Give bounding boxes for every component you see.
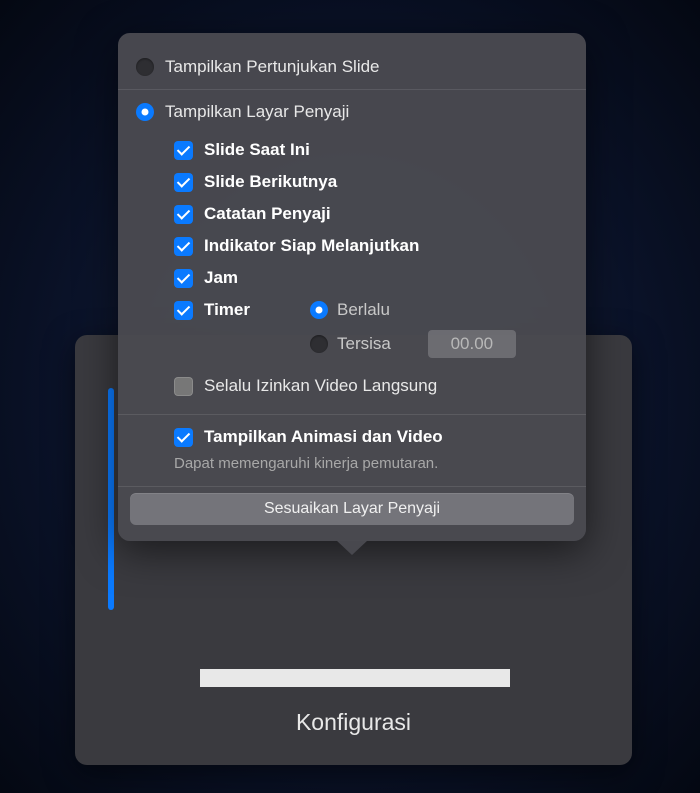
current-slide-checkbox-row[interactable]: Slide Saat Ini	[118, 134, 586, 166]
popover-tail-icon	[336, 540, 368, 555]
allow-live-video-label: Selalu Izinkan Video Langsung	[204, 376, 437, 396]
next-slide-checkbox-row[interactable]: Slide Berikutnya	[118, 166, 586, 198]
elapsed-label: Berlalu	[337, 300, 390, 320]
ready-indicator-checkbox-row[interactable]: Indikator Siap Melanjutkan	[118, 230, 586, 262]
checkbox-unchecked-icon[interactable]	[174, 377, 193, 396]
checkbox-checked-icon[interactable]	[174, 428, 193, 447]
show-presenter-display-label: Tampilkan Layar Penyaji	[165, 102, 349, 122]
show-animations-label: Tampilkan Animasi dan Video	[204, 427, 443, 447]
show-slideshow-radio-row[interactable]: Tampilkan Pertunjukan Slide	[118, 51, 586, 83]
presenter-display-popover: Tampilkan Pertunjukan Slide Tampilkan La…	[118, 33, 586, 541]
customize-presenter-display-button[interactable]: Sesuaikan Layar Penyaji	[130, 493, 574, 525]
checkbox-checked-icon[interactable]	[174, 237, 193, 256]
radio-off-icon[interactable]	[136, 58, 154, 76]
elapsed-radio-row[interactable]: Berlalu	[310, 300, 516, 320]
timer-section: Timer Berlalu Tersisa 00.00	[118, 294, 586, 364]
selection-indicator	[108, 388, 114, 610]
remaining-radio-row[interactable]: Tersisa 00.00	[310, 330, 516, 358]
clock-label: Jam	[204, 268, 238, 288]
current-slide-label: Slide Saat Ini	[204, 140, 310, 160]
remaining-label: Tersisa	[337, 334, 391, 354]
animations-hint: Dapat memengaruhi kinerja pemutaran.	[118, 453, 586, 480]
checkbox-checked-icon[interactable]	[174, 269, 193, 288]
radio-on-icon[interactable]	[136, 103, 154, 121]
thumbnail-placeholder	[200, 669, 510, 687]
presenter-notes-checkbox-row[interactable]: Catatan Penyaji	[118, 198, 586, 230]
customize-button-label: Sesuaikan Layar Penyaji	[264, 500, 440, 518]
clock-checkbox-row[interactable]: Jam	[118, 262, 586, 294]
show-slideshow-label: Tampilkan Pertunjukan Slide	[165, 57, 380, 77]
checkbox-checked-icon[interactable]	[174, 173, 193, 192]
presenter-options-group: Slide Saat Ini Slide Berikutnya Catatan …	[118, 128, 586, 408]
timer-label: Timer	[204, 300, 250, 320]
checkbox-checked-icon[interactable]	[174, 301, 193, 320]
divider	[118, 414, 586, 415]
next-slide-label: Slide Berikutnya	[204, 172, 337, 192]
divider	[118, 89, 586, 90]
show-animations-checkbox-row[interactable]: Tampilkan Animasi dan Video	[118, 421, 586, 453]
allow-live-video-checkbox-row[interactable]: Selalu Izinkan Video Langsung	[118, 364, 586, 402]
radio-on-icon[interactable]	[310, 301, 328, 319]
configure-label: Konfigurasi	[75, 709, 632, 736]
show-presenter-display-radio-row[interactable]: Tampilkan Layar Penyaji	[118, 96, 586, 128]
radio-off-icon[interactable]	[310, 335, 328, 353]
divider	[118, 486, 586, 487]
ready-indicator-label: Indikator Siap Melanjutkan	[204, 236, 419, 256]
checkbox-checked-icon[interactable]	[174, 141, 193, 160]
presenter-notes-label: Catatan Penyaji	[204, 204, 331, 224]
remaining-time-input[interactable]: 00.00	[428, 330, 516, 358]
checkbox-checked-icon[interactable]	[174, 205, 193, 224]
timer-checkbox-row[interactable]: Timer	[174, 300, 250, 320]
